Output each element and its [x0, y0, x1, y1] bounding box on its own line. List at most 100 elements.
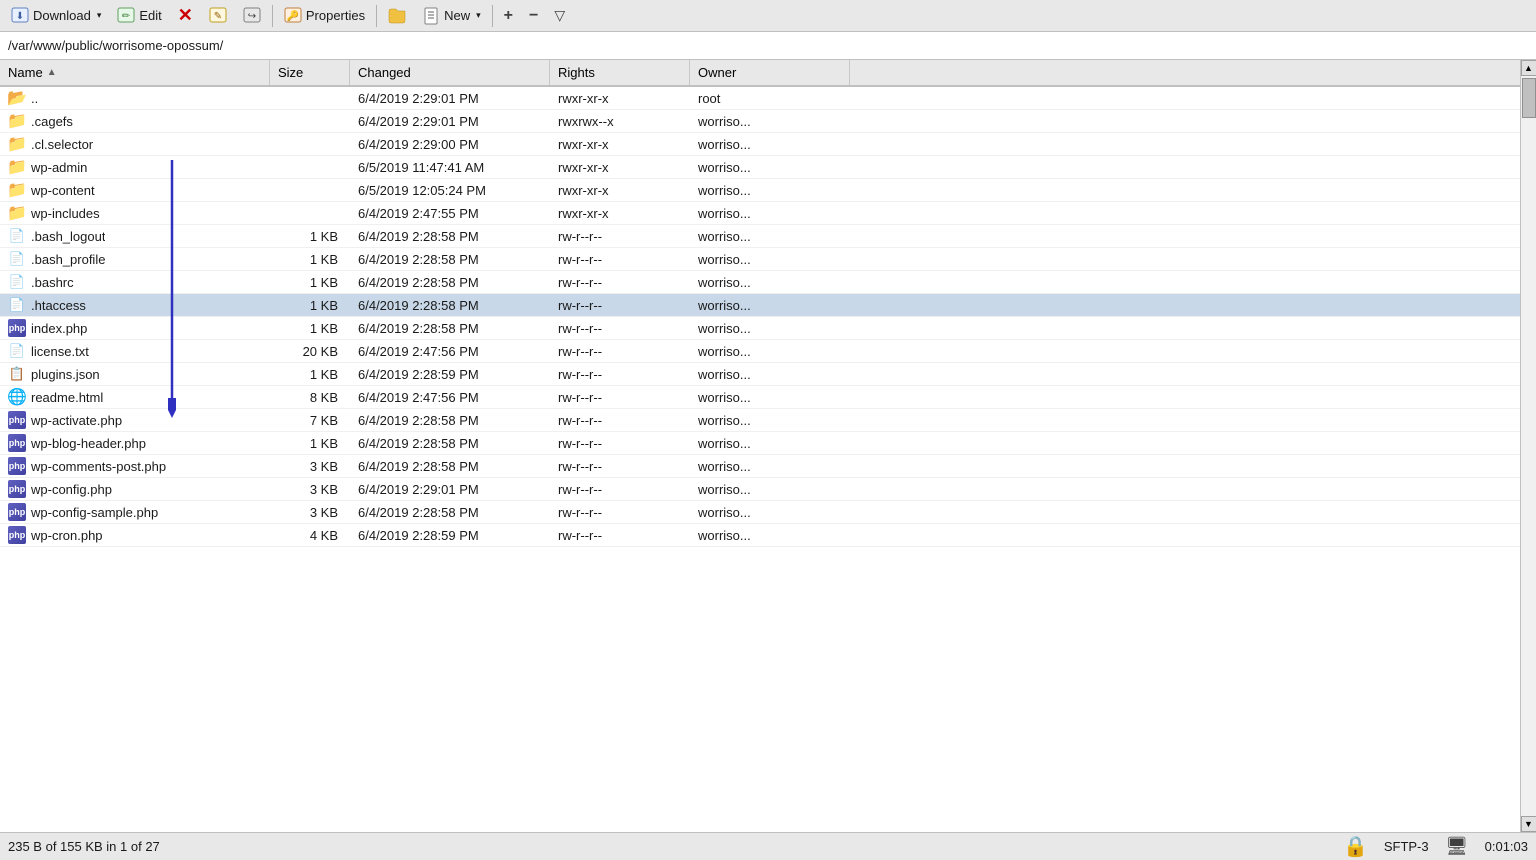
col-rights-label: Rights [558, 65, 595, 80]
table-row[interactable]: 📁 wp-includes 6/4/2019 2:47:55 PM rwxr-x… [0, 202, 1520, 225]
new-folder-button[interactable] [381, 3, 413, 29]
file-name-cell: 📋 plugins.json [0, 363, 270, 385]
table-row[interactable]: php wp-config.php 3 KB 6/4/2019 2:29:01 … [0, 478, 1520, 501]
table-row[interactable]: 📋 plugins.json 1 KB 6/4/2019 2:28:59 PM … [0, 363, 1520, 386]
col-header-owner[interactable]: Owner [690, 60, 850, 85]
table-row[interactable]: 📄 .bashrc 1 KB 6/4/2019 2:28:58 PM rw-r-… [0, 271, 1520, 294]
file-rights: rw-r--r-- [558, 229, 602, 244]
edit-button[interactable]: ✏ Edit [110, 3, 168, 29]
file-size: 4 KB [310, 528, 338, 543]
file-name: wp-admin [31, 160, 87, 175]
move-button[interactable]: ↪ [236, 3, 268, 29]
file-size-cell: 1 KB [270, 317, 350, 339]
scrollbar-thumb[interactable] [1522, 78, 1536, 118]
file-size: 1 KB [310, 252, 338, 267]
file-changed-cell: 6/4/2019 2:28:58 PM [350, 294, 550, 316]
file-owner-cell: worriso... [690, 501, 850, 523]
table-row[interactable]: php wp-activate.php 7 KB 6/4/2019 2:28:5… [0, 409, 1520, 432]
file-size-cell: 7 KB [270, 409, 350, 431]
table-row[interactable]: php wp-cron.php 4 KB 6/4/2019 2:28:59 PM… [0, 524, 1520, 547]
add-button[interactable]: + [497, 6, 520, 26]
properties-button[interactable]: 🔑 Properties [277, 3, 372, 29]
file-name: wp-includes [31, 206, 100, 221]
file-size-cell [270, 179, 350, 201]
file-size-cell: 4 KB [270, 524, 350, 546]
file-owner: worriso... [698, 183, 751, 198]
table-row[interactable]: 📄 license.txt 20 KB 6/4/2019 2:47:56 PM … [0, 340, 1520, 363]
col-header-rights[interactable]: Rights [550, 60, 690, 85]
file-size: 3 KB [310, 459, 338, 474]
col-changed-label: Changed [358, 65, 411, 80]
file-name: .. [31, 91, 38, 106]
folder-icon: 📁 [8, 135, 26, 153]
file-rights: rw-r--r-- [558, 252, 602, 267]
table-row[interactable]: php index.php 1 KB 6/4/2019 2:28:58 PM r… [0, 317, 1520, 340]
table-row[interactable]: 📄 .htaccess 1 KB 6/4/2019 2:28:58 PM rw-… [0, 294, 1520, 317]
table-row[interactable]: 📄 .bash_profile 1 KB 6/4/2019 2:28:58 PM… [0, 248, 1520, 271]
file-rights-cell: rw-r--r-- [550, 248, 690, 270]
table-row[interactable]: 📁 wp-admin 6/5/2019 11:47:41 AM rwxr-xr-… [0, 156, 1520, 179]
file-name: wp-config.php [31, 482, 112, 497]
table-row[interactable]: php wp-config-sample.php 3 KB 6/4/2019 2… [0, 501, 1520, 524]
table-row[interactable]: php wp-blog-header.php 1 KB 6/4/2019 2:2… [0, 432, 1520, 455]
file-rights: rw-r--r-- [558, 344, 602, 359]
filter-button[interactable]: ▽ [547, 3, 572, 28]
time-display: 0:01:03 [1485, 839, 1528, 854]
file-owner: worriso... [698, 252, 751, 267]
file-changed: 6/4/2019 2:28:58 PM [358, 298, 479, 313]
minus-button[interactable]: − [522, 6, 545, 26]
address-bar: /var/www/public/worrisome-opossum/ [0, 32, 1536, 60]
table-row[interactable]: php wp-comments-post.php 3 KB 6/4/2019 2… [0, 455, 1520, 478]
table-row[interactable]: 📂 .. 6/4/2019 2:29:01 PM rwxr-xr-x root [0, 87, 1520, 110]
file-name: wp-activate.php [31, 413, 122, 428]
file-changed-cell: 6/4/2019 2:28:58 PM [350, 409, 550, 431]
file-changed: 6/4/2019 2:29:01 PM [358, 91, 479, 106]
folder-icon: 📁 [8, 158, 26, 176]
col-header-name[interactable]: Name ▲ [0, 60, 270, 85]
table-row[interactable]: 📁 wp-content 6/5/2019 12:05:24 PM rwxr-x… [0, 179, 1520, 202]
file-owner-cell: worriso... [690, 340, 850, 362]
scrollbar-up-button[interactable]: ▲ [1521, 60, 1536, 76]
col-header-changed[interactable]: Changed [350, 60, 550, 85]
file-owner-cell: worriso... [690, 248, 850, 270]
table-row[interactable]: 📄 .bash_logout 1 KB 6/4/2019 2:28:58 PM … [0, 225, 1520, 248]
table-row[interactable]: 📁 .cagefs 6/4/2019 2:29:01 PM rwxrwx--x … [0, 110, 1520, 133]
file-owner: worriso... [698, 390, 751, 405]
file-icon: 📄 [8, 227, 26, 245]
file-rights: rw-r--r-- [558, 482, 602, 497]
file-rights: rwxr-xr-x [558, 137, 609, 152]
table-row[interactable]: 🌐 readme.html 8 KB 6/4/2019 2:47:56 PM r… [0, 386, 1520, 409]
file-name: .cagefs [31, 114, 73, 129]
file-name-cell: 📁 .cl.selector [0, 133, 270, 155]
file-owner: worriso... [698, 413, 751, 428]
file-rights-cell: rw-r--r-- [550, 340, 690, 362]
file-rights-cell: rw-r--r-- [550, 225, 690, 247]
php-icon: php [8, 434, 26, 452]
file-size: 1 KB [310, 436, 338, 451]
file-owner-cell: worriso... [690, 179, 850, 201]
json-icon: 📋 [8, 365, 26, 383]
file-size-cell: 3 KB [270, 501, 350, 523]
col-header-size[interactable]: Size [270, 60, 350, 85]
file-rights: rw-r--r-- [558, 436, 602, 451]
rename-button[interactable]: ✎ [202, 3, 234, 29]
table-row[interactable]: 📁 .cl.selector 6/4/2019 2:29:00 PM rwxr-… [0, 133, 1520, 156]
file-size-cell: 1 KB [270, 294, 350, 316]
file-rights: rw-r--r-- [558, 275, 602, 290]
text-icon: 📄 [8, 342, 26, 360]
file-owner-cell: worriso... [690, 524, 850, 546]
file-owner-cell: worriso... [690, 156, 850, 178]
file-changed-cell: 6/4/2019 2:28:58 PM [350, 271, 550, 293]
scrollbar: ▲ ▼ [1520, 60, 1536, 832]
file-rights: rw-r--r-- [558, 367, 602, 382]
separator-2 [376, 5, 377, 27]
file-rights: rw-r--r-- [558, 528, 602, 543]
file-name: index.php [31, 321, 87, 336]
file-changed-cell: 6/4/2019 2:28:59 PM [350, 363, 550, 385]
download-button[interactable]: ⬇ Download ▾ [4, 3, 108, 29]
file-name: .bash_logout [31, 229, 105, 244]
new-button[interactable]: New ▾ [415, 3, 488, 29]
scrollbar-down-button[interactable]: ▼ [1521, 816, 1536, 832]
delete-button[interactable]: ✕ [171, 4, 200, 27]
file-list-container: Name ▲ Size Changed Rights Owner 📂 .. [0, 60, 1520, 832]
